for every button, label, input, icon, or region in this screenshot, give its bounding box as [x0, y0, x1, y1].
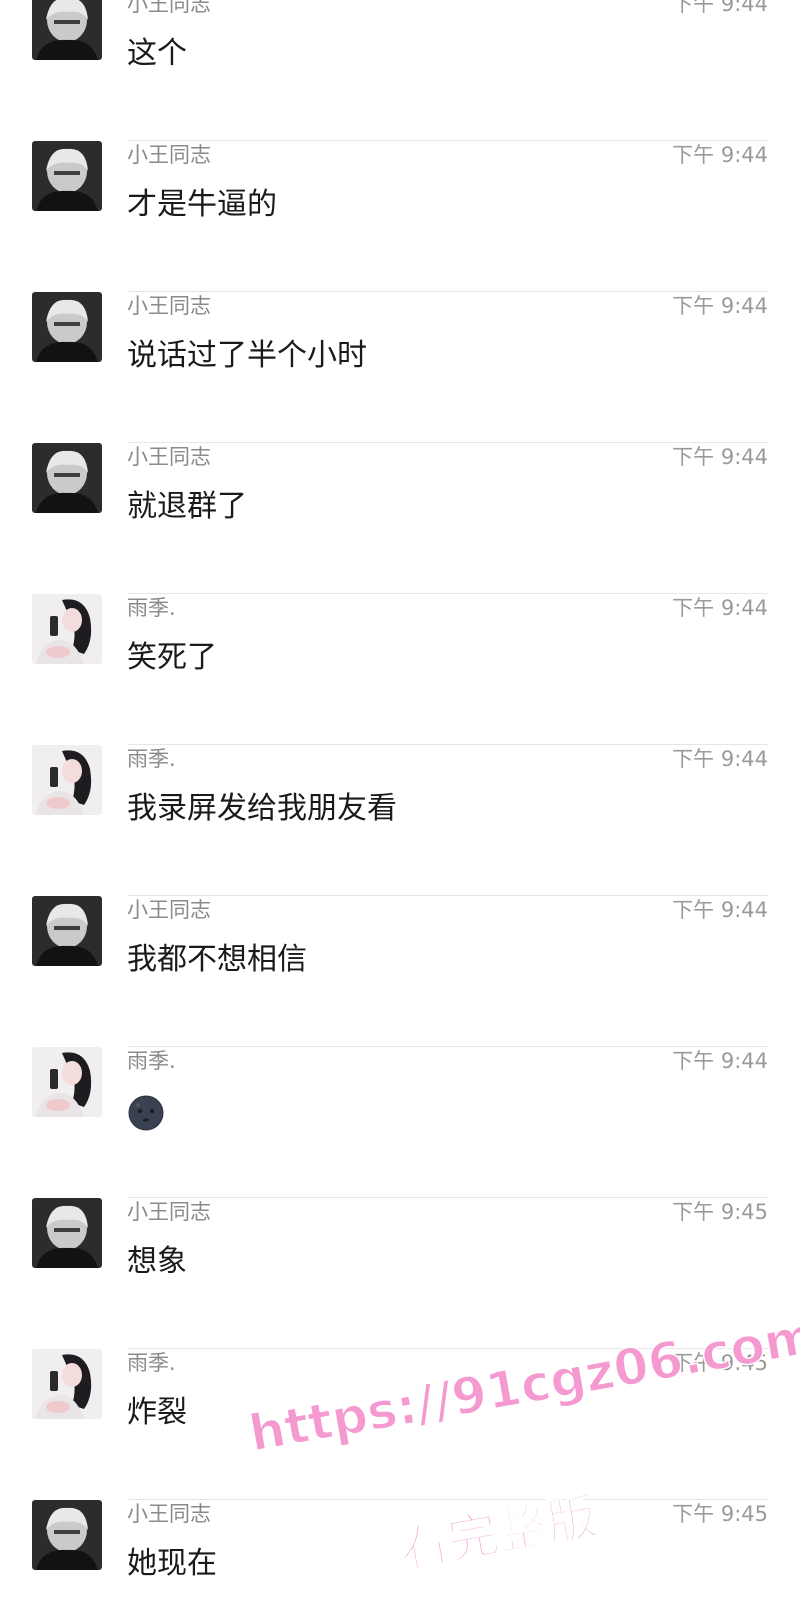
- avatar[interactable]: [32, 443, 102, 513]
- boy-avatar-icon: [32, 896, 102, 966]
- sender-name: 小王同志: [127, 1200, 211, 1224]
- chat-message[interactable]: 小王同志 下午 9:44 说话过了半个小时: [0, 292, 800, 443]
- boy-avatar-icon: [32, 443, 102, 513]
- message-time: 下午 9:44: [672, 898, 768, 922]
- chat-message[interactable]: 雨季. 下午 9:44 我录屏发给我朋友看: [0, 745, 800, 896]
- sender-name: 小王同志: [127, 1502, 211, 1526]
- chat-message-list[interactable]: 小王同志 下午 9:44 这个 小王同志 下午 9:44 才是牛逼的 小王同志 …: [0, 0, 800, 1605]
- message-time: 下午 9:44: [672, 747, 768, 771]
- girl-avatar-icon: [32, 594, 102, 664]
- message-text[interactable]: 她现在: [127, 1544, 217, 1584]
- message-text[interactable]: 我都不想相信: [127, 940, 307, 980]
- sender-name: 小王同志: [127, 143, 211, 167]
- avatar[interactable]: [32, 141, 102, 211]
- message-text[interactable]: 炸裂: [127, 1393, 187, 1433]
- message-time: 下午 9:44: [672, 445, 768, 469]
- sender-name: 雨季.: [127, 596, 176, 620]
- chat-message[interactable]: 雨季. 下午 9:44 笑死了: [0, 594, 800, 745]
- message-time: 下午 9:44: [672, 294, 768, 318]
- girl-avatar-icon: [32, 745, 102, 815]
- chat-message[interactable]: 雨季. 下午 9:45 炸裂: [0, 1349, 800, 1500]
- sender-name: 雨季.: [127, 747, 176, 771]
- girl-avatar-icon: [32, 1349, 102, 1419]
- message-text[interactable]: 我录屏发给我朋友看: [127, 789, 397, 829]
- message-text[interactable]: 说话过了半个小时: [127, 336, 367, 376]
- sender-name: 小王同志: [127, 445, 211, 469]
- message-time: 下午 9:44: [672, 0, 768, 16]
- chat-message[interactable]: 小王同志 下午 9:45 想象: [0, 1198, 800, 1349]
- boy-avatar-icon: [32, 0, 102, 60]
- avatar[interactable]: [32, 0, 102, 60]
- avatar[interactable]: [32, 292, 102, 362]
- message-time: 下午 9:44: [672, 1049, 768, 1073]
- message-text[interactable]: 这个: [127, 34, 187, 74]
- avatar[interactable]: [32, 1047, 102, 1117]
- message-time: 下午 9:44: [672, 596, 768, 620]
- moon-face-emoji-icon[interactable]: [128, 1095, 164, 1131]
- chat-message[interactable]: 雨季. 下午 9:44: [0, 1047, 800, 1198]
- chat-message[interactable]: 小王同志 下午 9:44 我都不想相信: [0, 896, 800, 1047]
- sender-name: 小王同志: [127, 0, 211, 16]
- boy-avatar-icon: [32, 292, 102, 362]
- sender-name: 小王同志: [127, 294, 211, 318]
- avatar[interactable]: [32, 594, 102, 664]
- avatar[interactable]: [32, 745, 102, 815]
- sender-name: 雨季.: [127, 1351, 176, 1375]
- avatar[interactable]: [32, 1198, 102, 1268]
- message-time: 下午 9:45: [672, 1200, 768, 1224]
- chat-message[interactable]: 小王同志 下午 9:44 就退群了: [0, 443, 800, 594]
- sender-name: 雨季.: [127, 1049, 176, 1073]
- sender-name: 小王同志: [127, 898, 211, 922]
- chat-message[interactable]: 小王同志 下午 9:44 才是牛逼的: [0, 141, 800, 292]
- avatar[interactable]: [32, 1500, 102, 1570]
- chat-message[interactable]: 小王同志 下午 9:44 这个: [0, 0, 800, 141]
- boy-avatar-icon: [32, 1500, 102, 1570]
- boy-avatar-icon: [32, 141, 102, 211]
- message-text[interactable]: 笑死了: [127, 638, 217, 678]
- message-text[interactable]: 就退群了: [127, 487, 247, 527]
- boy-avatar-icon: [32, 1198, 102, 1268]
- message-text[interactable]: 才是牛逼的: [127, 185, 277, 225]
- message-time: 下午 9:45: [672, 1502, 768, 1526]
- message-time: 下午 9:44: [672, 143, 768, 167]
- girl-avatar-icon: [32, 1047, 102, 1117]
- avatar[interactable]: [32, 896, 102, 966]
- chat-message[interactable]: 小王同志 下午 9:45 她现在: [0, 1500, 800, 1605]
- avatar[interactable]: [32, 1349, 102, 1419]
- message-text[interactable]: 想象: [127, 1242, 187, 1282]
- message-time: 下午 9:45: [672, 1351, 768, 1375]
